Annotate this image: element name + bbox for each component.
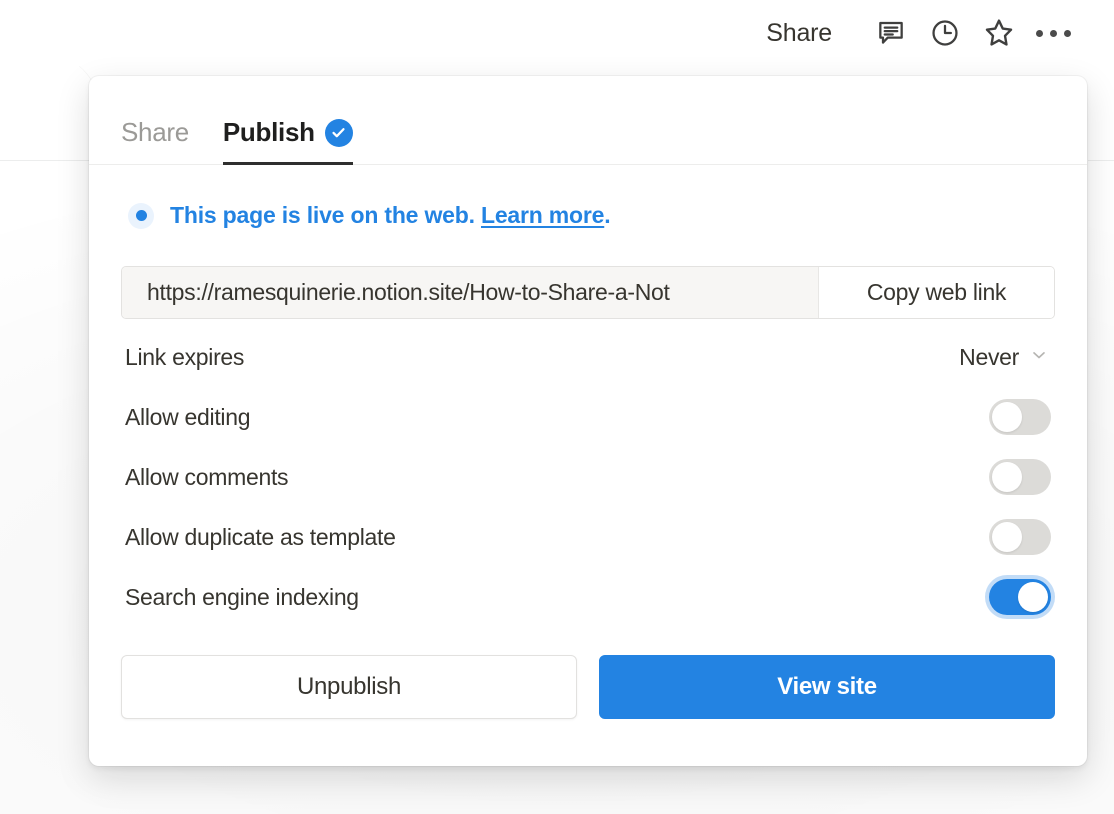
- publish-status-text: This page is live on the web. Learn more…: [170, 202, 611, 229]
- chevron-down-icon: [1029, 344, 1049, 371]
- toggle-knob: [992, 462, 1022, 492]
- setting-label-allow-duplicate: Allow duplicate as template: [125, 523, 396, 550]
- status-period: .: [604, 202, 611, 228]
- live-status-dot: [135, 210, 147, 221]
- public-url-row: https://ramesquinerie.notion.site/How-to…: [121, 266, 1055, 319]
- toggle-allow-comments[interactable]: [989, 459, 1051, 495]
- setting-row-link-expires: Link expires Never: [121, 327, 1055, 387]
- more-options-icon[interactable]: [1026, 11, 1080, 55]
- view-site-button[interactable]: View site: [599, 655, 1055, 719]
- setting-label-allow-comments: Allow comments: [125, 463, 289, 490]
- toggle-allow-editing[interactable]: [989, 399, 1051, 435]
- link-expires-value: Never: [959, 343, 1019, 370]
- publish-dialog: Share Publish This page is live on the w…: [89, 76, 1087, 766]
- dot: [1063, 29, 1071, 37]
- published-check-icon: [324, 118, 353, 147]
- dialog-body: This page is live on the web. Learn more…: [89, 165, 1087, 727]
- copy-web-link-button[interactable]: Copy web link: [818, 267, 1054, 318]
- setting-label-link-expires: Link expires: [125, 343, 245, 370]
- background-decorative-curve: [0, 52, 101, 412]
- public-url-input[interactable]: https://ramesquinerie.notion.site/How-to…: [122, 267, 818, 318]
- star-favorite-icon[interactable]: [972, 11, 1026, 55]
- more-options-dots: [1035, 29, 1071, 37]
- learn-more-link[interactable]: Learn more: [481, 202, 604, 228]
- comment-icon[interactable]: [864, 11, 918, 55]
- publish-settings-list: Link expires Never Allow editing Allow c…: [121, 327, 1055, 627]
- toggle-knob: [992, 522, 1022, 552]
- setting-row-search-indexing: Search engine indexing: [121, 567, 1055, 627]
- status-message: This page is live on the web.: [170, 202, 475, 228]
- toggle-knob: [1018, 582, 1048, 612]
- tab-share[interactable]: Share: [121, 117, 189, 165]
- tab-publish-label: Publish: [222, 117, 315, 147]
- dialog-tabs: Share Publish: [89, 76, 1087, 165]
- topbar-share-button[interactable]: Share: [760, 15, 838, 52]
- setting-row-allow-editing: Allow editing: [121, 387, 1055, 447]
- toggle-search-engine-indexing[interactable]: [989, 579, 1051, 615]
- unpublish-button[interactable]: Unpublish: [121, 655, 577, 719]
- setting-row-allow-duplicate: Allow duplicate as template: [121, 507, 1055, 567]
- live-status-icon: [128, 202, 154, 229]
- toggle-knob: [992, 402, 1022, 432]
- tab-publish[interactable]: Publish: [222, 117, 353, 165]
- setting-row-allow-comments: Allow comments: [121, 447, 1055, 507]
- background-divider-right: [1088, 160, 1114, 161]
- setting-label-allow-editing: Allow editing: [125, 403, 251, 430]
- toggle-allow-duplicate-as-template[interactable]: [989, 519, 1051, 555]
- background-divider-left: [0, 160, 92, 161]
- dot: [1049, 29, 1057, 37]
- clock-history-icon[interactable]: [918, 11, 972, 55]
- page-topbar: Share: [0, 0, 1114, 66]
- dot: [1035, 29, 1043, 37]
- setting-label-search-indexing: Search engine indexing: [125, 583, 359, 610]
- link-expires-select[interactable]: Never: [959, 344, 1051, 371]
- tab-share-label: Share: [121, 117, 189, 147]
- publish-status-row: This page is live on the web. Learn more…: [121, 165, 1055, 229]
- dialog-footer: Unpublish View site: [121, 655, 1055, 727]
